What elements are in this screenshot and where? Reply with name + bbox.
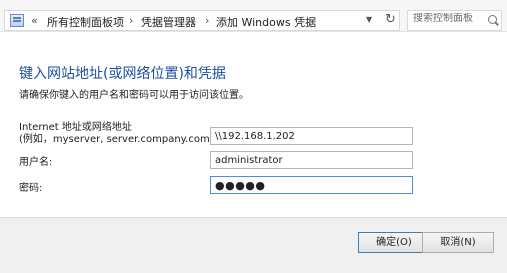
breadcrumb-item-credential-manager[interactable]: 凭据管理器 [141,14,196,30]
breadcrumb-separator[interactable]: › [129,14,133,27]
username-field[interactable] [210,151,413,169]
ok-button[interactable]: 确定(O) [358,232,430,253]
search-icon[interactable] [488,15,497,24]
breadcrumb-overflow[interactable]: « [31,14,38,27]
search-input[interactable] [413,13,483,24]
search-box[interactable] [407,10,502,31]
breadcrumb-separator[interactable]: › [205,14,209,27]
button-bar: 确定(O) 取消(N) [0,218,507,273]
address-bar: « 所有控制面板项 › 凭据管理器 › 添加 Windows 凭据 ▼ ↻ [0,0,507,32]
cancel-button[interactable]: 取消(N) [422,232,494,253]
refresh-icon[interactable]: ↻ [385,12,396,27]
breadcrumb-item-add-windows-credential[interactable]: 添加 Windows 凭据 [216,14,316,30]
control-panel-icon [10,14,24,27]
chevron-down-icon[interactable]: ▼ [366,15,372,24]
address-field[interactable] [210,127,413,145]
page-title: 键入网站地址(或网络位置)和凭据 [19,66,226,82]
password-label: 密码: [19,183,43,194]
page-subtitle: 请确保你键入的用户名和密码可以用于访问该位置。 [19,90,249,101]
password-field[interactable] [210,176,413,194]
username-label: 用户名: [19,157,53,168]
breadcrumb-item-all-control-panel[interactable]: 所有控制面板项 [47,14,124,30]
breadcrumb[interactable]: « 所有控制面板项 › 凭据管理器 › 添加 Windows 凭据 ▼ ↻ [4,10,400,31]
address-label-example: (例如，myserver, server.company.com): [19,134,217,145]
